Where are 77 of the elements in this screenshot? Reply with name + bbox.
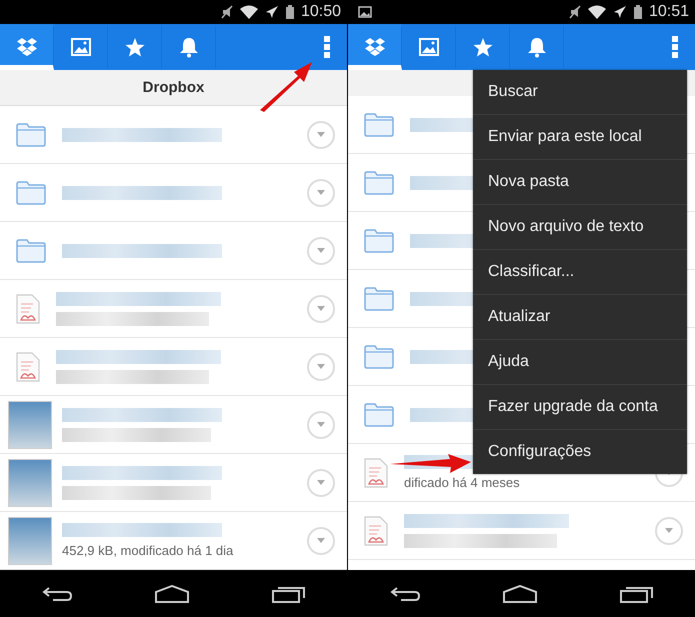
overflow-menu-icon <box>672 36 678 58</box>
image-icon <box>418 38 438 56</box>
dropdown-arrow-icon <box>317 248 325 253</box>
row-menu-button[interactable] <box>307 526 335 554</box>
home-icon[interactable] <box>154 584 190 602</box>
folder-icon <box>364 228 394 252</box>
tab[interactable] <box>0 24 54 70</box>
pointer-arrow <box>258 60 314 112</box>
menu-item[interactable]: Enviar para este local <box>473 115 687 160</box>
dropdown-arrow-icon <box>317 480 325 485</box>
home-icon[interactable] <box>502 584 538 602</box>
bell-icon <box>178 36 198 58</box>
dropdown-arrow-icon <box>665 528 673 533</box>
overflow-menu-icon <box>324 36 330 58</box>
recent-apps-icon[interactable] <box>272 584 306 602</box>
pdf-file-icon <box>364 516 388 546</box>
folder-icon <box>16 180 46 204</box>
dropdown-arrow-icon <box>317 422 325 427</box>
tab[interactable] <box>348 24 402 70</box>
back-icon[interactable] <box>40 586 73 602</box>
menu-item[interactable]: Atualizar <box>473 295 687 340</box>
row-menu-button[interactable] <box>307 178 335 206</box>
photo-thumbnail <box>8 516 52 564</box>
dropbox-icon <box>16 36 38 56</box>
bell-icon <box>526 36 546 58</box>
menu-item[interactable]: Fazer upgrade da conta <box>473 385 687 430</box>
row-menu-button[interactable] <box>307 294 335 322</box>
folder-icon <box>364 170 394 194</box>
row-menu-button[interactable] <box>307 410 335 438</box>
dropbox-icon <box>364 36 386 56</box>
file-details: dificado há 4 meses <box>404 475 521 490</box>
dropdown-arrow-icon <box>317 190 325 195</box>
airplane-icon <box>264 5 279 19</box>
file-row[interactable]: 452,9 kB, modificado há 1 dia <box>0 512 347 570</box>
menu-item[interactable]: Classificar... <box>473 250 687 295</box>
menu-item[interactable]: Nova pasta <box>473 160 687 205</box>
battery-icon <box>286 5 294 19</box>
folder-icon <box>364 344 394 368</box>
dropdown-arrow-icon <box>317 364 325 369</box>
menu-item[interactable]: Buscar <box>473 70 687 115</box>
dropdown-arrow-icon <box>317 306 325 311</box>
photo-thumbnail <box>8 458 52 506</box>
folder-icon <box>364 286 394 310</box>
photo-thumbnail <box>8 400 52 448</box>
row-menu-button[interactable] <box>307 120 335 148</box>
row-menu-button[interactable] <box>655 516 683 544</box>
wifi-icon <box>588 5 606 19</box>
battery-icon <box>634 5 642 19</box>
row-menu-button[interactable] <box>307 468 335 496</box>
dropdown-arrow-icon <box>317 132 325 137</box>
folder-icon <box>364 402 394 426</box>
recent-apps-icon[interactable] <box>620 584 654 602</box>
pdf-file-icon <box>16 352 40 382</box>
mute-icon <box>220 5 233 19</box>
menu-item[interactable]: Novo arquivo de texto <box>473 205 687 250</box>
file-details: 452,9 kB, modificado há 1 dia <box>62 543 234 558</box>
clock-time: 10:50 <box>300 3 341 21</box>
pdf-file-icon <box>16 294 40 324</box>
star-icon <box>124 38 144 56</box>
folder-icon <box>364 112 394 136</box>
mute-icon <box>568 5 581 19</box>
folder-icon <box>16 238 46 262</box>
dropdown-arrow-icon <box>317 538 325 543</box>
airplane-icon <box>612 5 627 19</box>
back-icon[interactable] <box>388 586 421 602</box>
pdf-file-icon <box>364 458 388 488</box>
folder-icon <box>16 122 46 146</box>
clock-time: 10:51 <box>648 3 689 21</box>
star-icon <box>472 38 492 56</box>
row-menu-button[interactable] <box>307 352 335 380</box>
menu-item[interactable]: Ajuda <box>473 340 687 385</box>
menu-item[interactable]: Configurações <box>473 430 687 474</box>
image-icon <box>70 38 90 56</box>
row-menu-button[interactable] <box>307 236 335 264</box>
image-notification-icon <box>358 6 372 18</box>
wifi-icon <box>240 5 258 19</box>
folder-title: Dropbox <box>142 79 204 96</box>
